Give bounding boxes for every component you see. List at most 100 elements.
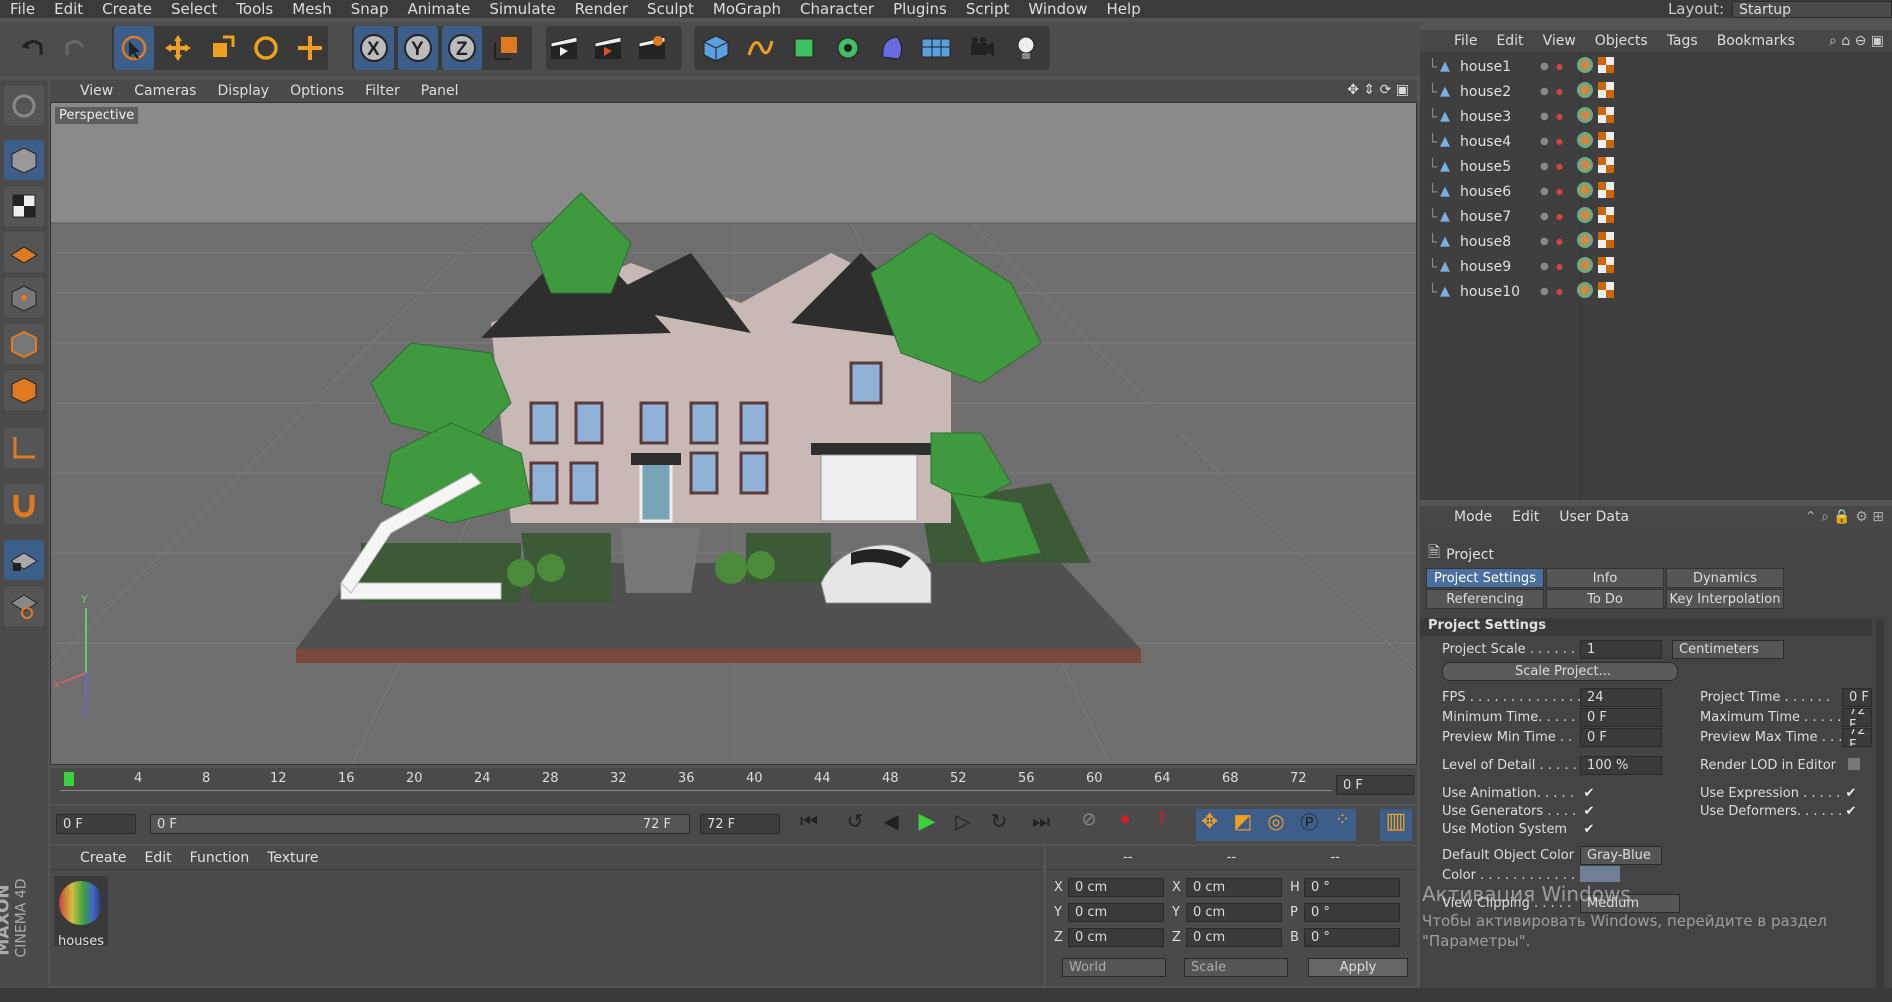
material-tag-icon[interactable]: [1576, 56, 1598, 78]
object-name[interactable]: house3: [1460, 109, 1540, 125]
frame-range-slider[interactable]: 0 F 72 F: [150, 814, 690, 834]
render-dots-icon[interactable]: ●: [1556, 287, 1572, 296]
coordinate-system-button[interactable]: [486, 26, 526, 70]
render-dots-icon[interactable]: ●: [1556, 212, 1572, 221]
texture-mode-button[interactable]: [4, 186, 44, 226]
tab-to-do[interactable]: To Do: [1546, 589, 1664, 609]
material-tag-icon[interactable]: [1576, 231, 1598, 253]
recent-tool-button[interactable]: [290, 26, 330, 70]
render-lod-checkbox[interactable]: [1848, 758, 1860, 770]
om-menu-bookmarks[interactable]: Bookmarks: [1717, 33, 1795, 49]
workplane-mode-button[interactable]: [4, 232, 44, 272]
visibility-dots-icon[interactable]: ●: [1540, 286, 1556, 297]
object-name[interactable]: house1: [1460, 59, 1540, 75]
scale-button[interactable]: [202, 26, 242, 70]
scale-unit-dropdown[interactable]: Centimeters: [1672, 640, 1784, 659]
live-selection-button[interactable]: [114, 26, 154, 70]
light-button[interactable]: [1006, 26, 1046, 70]
record-keys-icon[interactable]: ⊘: [1074, 809, 1104, 839]
render-dots-icon[interactable]: ●: [1556, 62, 1572, 71]
scale-project-button[interactable]: Scale Project...: [1442, 662, 1678, 681]
material-menu-create[interactable]: Create: [80, 850, 127, 869]
position-y-field[interactable]: 0 cm: [1068, 903, 1164, 922]
go-to-start-icon[interactable]: ⏮: [794, 809, 824, 839]
edges-mode-button[interactable]: [4, 324, 44, 364]
go-to-end-icon[interactable]: ⏭: [1026, 809, 1056, 839]
menu-file[interactable]: File: [10, 0, 35, 18]
position-x-field[interactable]: 0 cm: [1068, 878, 1164, 897]
render-dots-icon[interactable]: ●: [1556, 237, 1572, 246]
array-button[interactable]: [828, 26, 868, 70]
rotation-p-field[interactable]: 0 °: [1304, 903, 1400, 922]
attribute-scrollbar[interactable]: [1876, 618, 1884, 988]
rotation-b-field[interactable]: 0 °: [1304, 928, 1400, 947]
uvw-tag-icon[interactable]: [1598, 81, 1618, 102]
visibility-dots-icon[interactable]: ●: [1540, 211, 1556, 222]
object-row[interactable]: └ ▲ house7 ● ●: [1420, 204, 1892, 229]
deformer-button[interactable]: [872, 26, 912, 70]
render-dots-icon[interactable]: ●: [1556, 262, 1572, 271]
object-name[interactable]: house8: [1460, 234, 1540, 250]
previous-key-icon[interactable]: ↺: [840, 809, 870, 839]
om-menu-file[interactable]: File: [1454, 33, 1477, 49]
menu-select[interactable]: Select: [171, 0, 217, 18]
autokey-icon[interactable]: ⏺: [1110, 809, 1140, 839]
floor-button[interactable]: [916, 26, 956, 70]
menu-render[interactable]: Render: [575, 0, 628, 18]
size-y-field[interactable]: 0 cm: [1186, 903, 1282, 922]
render-dots-icon[interactable]: ●: [1556, 112, 1572, 121]
min-time-field[interactable]: 0 F: [1580, 708, 1662, 727]
color-swatch[interactable]: [1580, 866, 1620, 882]
viewport-menu-options[interactable]: Options: [290, 83, 344, 99]
viewport-nav-icons[interactable]: ✥ ⇕ ⟳ ▣: [1347, 82, 1409, 98]
points-mode-button[interactable]: [4, 278, 44, 318]
viewport-menu-panel[interactable]: Panel: [421, 83, 459, 99]
end-frame-field[interactable]: 72 F: [700, 814, 780, 834]
render-dots-icon[interactable]: ●: [1556, 162, 1572, 171]
tab-info[interactable]: Info: [1546, 568, 1664, 588]
rotation-h-field[interactable]: 0 °: [1304, 878, 1400, 897]
project-time-field[interactable]: 0 F: [1842, 688, 1872, 707]
timeline-scheme-icon[interactable]: ▥: [1380, 809, 1412, 841]
visibility-dots-icon[interactable]: ●: [1540, 261, 1556, 272]
layout-select[interactable]: Startup: [1732, 0, 1892, 18]
x-axis-button[interactable]: X: [354, 26, 394, 70]
viewport-menu-view[interactable]: View: [80, 83, 113, 99]
z-axis-button[interactable]: Z: [442, 26, 482, 70]
move-button[interactable]: [158, 26, 198, 70]
next-key-icon[interactable]: ↻: [984, 809, 1014, 839]
perspective-viewport[interactable]: Y X Z Perspective: [50, 102, 1417, 765]
uvw-tag-icon[interactable]: [1598, 181, 1618, 202]
timeline-ruler[interactable]: 04812162024283236404448525660646872 0 F: [50, 768, 1417, 804]
render-to-picture-viewer-button[interactable]: [588, 26, 628, 70]
3d-scene[interactable]: Y X Z: [51, 103, 1417, 765]
use-generators-checkbox[interactable]: ✔: [1582, 804, 1596, 819]
polygons-mode-button[interactable]: [4, 370, 44, 410]
object-name[interactable]: house9: [1460, 259, 1540, 275]
fps-field[interactable]: 24: [1580, 688, 1662, 707]
menu-character[interactable]: Character: [800, 0, 874, 18]
tab-dynamics[interactable]: Dynamics: [1666, 568, 1784, 588]
render-view-button[interactable]: [544, 26, 584, 70]
menu-tools[interactable]: Tools: [236, 0, 273, 18]
menu-animate[interactable]: Animate: [408, 0, 471, 18]
material-menu-texture[interactable]: Texture: [267, 850, 318, 869]
object-name[interactable]: house2: [1460, 84, 1540, 100]
object-name[interactable]: house4: [1460, 134, 1540, 150]
uvw-tag-icon[interactable]: [1598, 281, 1618, 302]
material-tag-icon[interactable]: [1576, 256, 1598, 278]
uvw-tag-icon[interactable]: [1598, 56, 1618, 77]
visibility-dots-icon[interactable]: ●: [1540, 236, 1556, 247]
project-scale-field[interactable]: 1: [1580, 640, 1662, 659]
object-row[interactable]: └ ▲ house3 ● ●: [1420, 104, 1892, 129]
use-motion-checkbox[interactable]: ✔: [1582, 822, 1596, 837]
tab-referencing[interactable]: Referencing: [1426, 589, 1544, 609]
uvw-tag-icon[interactable]: [1598, 106, 1618, 127]
use-animation-checkbox[interactable]: ✔: [1582, 786, 1596, 801]
size-x-field[interactable]: 0 cm: [1186, 878, 1282, 897]
record-position-icon[interactable]: ✥: [1196, 809, 1223, 841]
record-scale-icon[interactable]: ◩: [1229, 809, 1256, 841]
material-tag-icon[interactable]: [1576, 106, 1598, 128]
menu-plugins[interactable]: Plugins: [893, 0, 947, 18]
preview-min-field[interactable]: 0 F: [1580, 728, 1662, 747]
